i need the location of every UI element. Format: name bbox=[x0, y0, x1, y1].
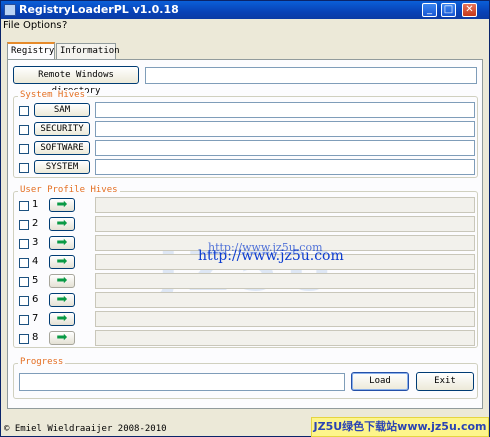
user-hive-2-number: 2 bbox=[32, 218, 39, 229]
user-hive-3-arrow-button[interactable]: ➡ bbox=[49, 236, 75, 250]
user-hive-6-field[interactable] bbox=[95, 292, 475, 308]
menu-options[interactable]: Options bbox=[23, 20, 62, 31]
user-hive-7-field[interactable] bbox=[95, 311, 475, 327]
app-icon bbox=[4, 4, 16, 16]
user-hive-5-checkbox[interactable] bbox=[19, 277, 29, 287]
user-hive-8-field[interactable] bbox=[95, 330, 475, 346]
remote-directory-field[interactable] bbox=[145, 67, 477, 84]
load-button[interactable]: Load bbox=[351, 372, 409, 391]
system-path-field[interactable] bbox=[95, 159, 475, 175]
menu-file[interactable]: File bbox=[3, 20, 20, 31]
security-path-field[interactable] bbox=[95, 121, 475, 137]
user-hive-7-checkbox[interactable] bbox=[19, 315, 29, 325]
user-hive-2-field[interactable] bbox=[95, 216, 475, 232]
user-hive-5-arrow-button[interactable]: ➡ bbox=[49, 274, 75, 288]
user-hive-8-number: 8 bbox=[32, 332, 39, 343]
user-hive-8-checkbox[interactable] bbox=[19, 334, 29, 344]
app-window: RegistryLoaderPL v1.0.18 _ □ ✕ File Opti… bbox=[0, 0, 490, 437]
registry-panel: Remote Windows directory System Hives SA… bbox=[7, 59, 483, 409]
user-hive-4-checkbox[interactable] bbox=[19, 258, 29, 268]
menu-help[interactable]: ? bbox=[62, 20, 67, 31]
user-hive-1-field[interactable] bbox=[95, 197, 475, 213]
user-hive-4-number: 4 bbox=[32, 256, 39, 267]
close-button[interactable]: ✕ bbox=[462, 3, 477, 17]
progress-bar bbox=[19, 373, 345, 391]
user-profile-hives-legend: User Profile Hives bbox=[18, 185, 120, 195]
menu-bar: File Options ? bbox=[1, 19, 489, 34]
user-hive-6-arrow-button[interactable]: ➡ bbox=[49, 293, 75, 307]
system-hives-group: System Hives SAM SECURITY SOFTWARE SYSTE… bbox=[13, 90, 478, 178]
software-button[interactable]: SOFTWARE bbox=[34, 141, 90, 155]
user-profile-hives-group: User Profile Hives 1 ➡ 2 ➡ 3 ➡ 4 ➡ 5 ➡ 6… bbox=[13, 185, 478, 348]
remote-windows-directory-button[interactable]: Remote Windows directory bbox=[13, 66, 139, 96]
progress-legend: Progress bbox=[18, 357, 66, 367]
security-checkbox[interactable] bbox=[19, 125, 29, 135]
user-hive-6-number: 6 bbox=[32, 294, 39, 305]
watermark-brand: JZ5U绿色下载站www.jz5u.com bbox=[311, 417, 489, 437]
tab-registry[interactable]: Registry bbox=[7, 42, 55, 59]
minimize-button[interactable]: _ bbox=[422, 3, 437, 17]
exit-button[interactable]: Exit bbox=[416, 372, 474, 391]
sam-path-field[interactable] bbox=[95, 102, 475, 118]
user-hive-1-checkbox[interactable] bbox=[19, 201, 29, 211]
software-checkbox[interactable] bbox=[19, 144, 29, 154]
sam-button[interactable]: SAM bbox=[34, 103, 90, 117]
user-hive-1-arrow-button[interactable]: ➡ bbox=[49, 198, 75, 212]
user-hive-2-arrow-button[interactable]: ➡ bbox=[49, 217, 75, 231]
user-hive-7-number: 7 bbox=[32, 313, 39, 324]
user-hive-7-arrow-button[interactable]: ➡ bbox=[49, 312, 75, 326]
title-bar[interactable]: RegistryLoaderPL v1.0.18 _ □ ✕ bbox=[1, 1, 489, 19]
system-button[interactable]: SYSTEM bbox=[34, 160, 90, 174]
progress-group: Progress Load Exit bbox=[13, 357, 478, 399]
copyright-status: © Emiel Wieldraaijer 2008-2010 bbox=[4, 424, 167, 434]
maximize-button[interactable]: □ bbox=[441, 3, 456, 17]
user-hive-1-number: 1 bbox=[32, 199, 39, 210]
software-path-field[interactable] bbox=[95, 140, 475, 156]
sam-checkbox[interactable] bbox=[19, 106, 29, 116]
user-hive-4-arrow-button[interactable]: ➡ bbox=[49, 255, 75, 269]
tab-information[interactable]: Information bbox=[56, 43, 120, 59]
user-hive-3-checkbox[interactable] bbox=[19, 239, 29, 249]
user-hive-5-number: 5 bbox=[32, 275, 39, 286]
security-button[interactable]: SECURITY bbox=[34, 122, 90, 136]
user-hive-8-arrow-button[interactable]: ➡ bbox=[49, 331, 75, 345]
user-hive-6-checkbox[interactable] bbox=[19, 296, 29, 306]
user-hive-2-checkbox[interactable] bbox=[19, 220, 29, 230]
system-checkbox[interactable] bbox=[19, 163, 29, 173]
user-hive-5-field[interactable] bbox=[95, 273, 475, 289]
system-hives-legend: System Hives bbox=[18, 90, 88, 100]
watermark-url-large: http://www.jz5u.com bbox=[198, 248, 344, 264]
window-title: RegistryLoaderPL v1.0.18 bbox=[19, 3, 179, 16]
user-hive-3-number: 3 bbox=[32, 237, 39, 248]
